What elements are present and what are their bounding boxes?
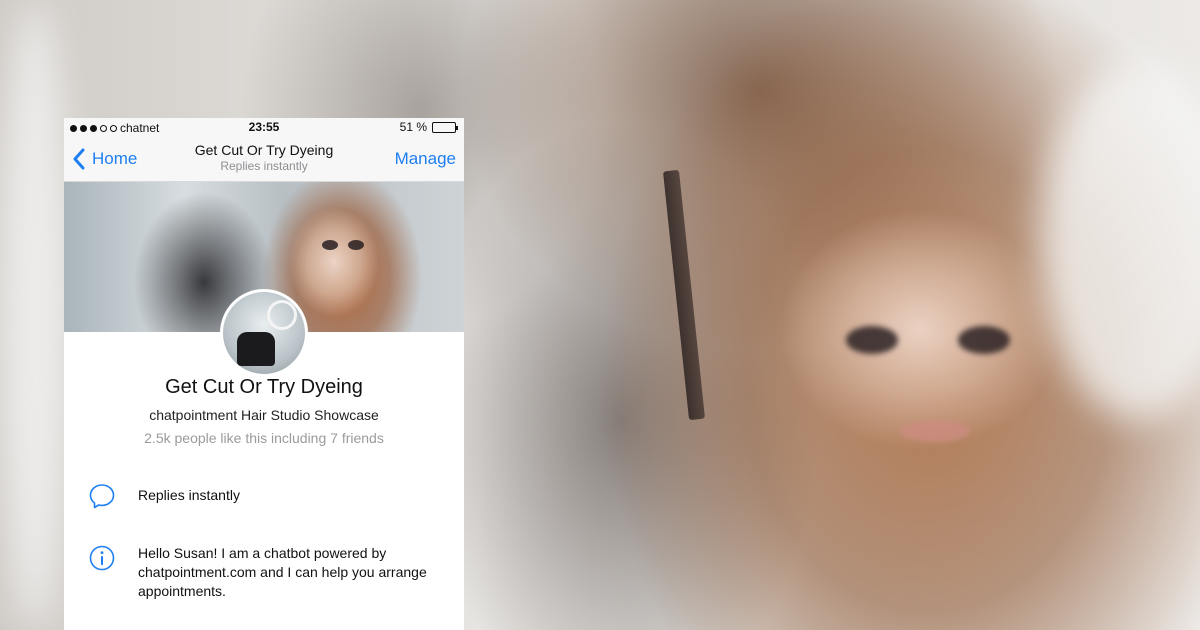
cover-detail	[322, 240, 338, 250]
cover-detail	[348, 240, 364, 250]
back-label: Home	[92, 149, 138, 168]
model-eyes	[846, 320, 1016, 360]
battery-percent: 51 %	[399, 120, 427, 134]
comb-shape	[662, 169, 706, 421]
manage-button[interactable]: Manage	[395, 149, 456, 169]
info-row-greeting: Hello Susan! I am a chatbot powered by c…	[88, 544, 454, 601]
chat-bubble-icon	[89, 484, 115, 509]
avatar-detail	[237, 332, 275, 366]
background-highlight	[1040, 60, 1200, 420]
page-avatar[interactable]	[220, 289, 308, 377]
nav-bar: Home Get Cut Or Try Dyeing Replies insta…	[64, 136, 464, 182]
battery-icon	[432, 121, 458, 133]
background-highlight	[0, 0, 70, 630]
info-row-replies: Replies instantly	[88, 482, 454, 510]
info-text: Hello Susan! I am a chatbot powered by c…	[138, 545, 427, 599]
profile-header: Get Cut Or Try Dyeing chatpointment Hair…	[64, 376, 464, 446]
eye-shape	[958, 326, 1010, 354]
info-icon	[89, 545, 115, 571]
model-lips	[900, 420, 970, 442]
page-category: chatpointment Hair Studio Showcase	[149, 407, 379, 423]
status-bar: chatnet 23:55 51 %	[64, 118, 464, 136]
info-text: Replies instantly	[138, 487, 240, 503]
page-name: Get Cut Or Try Dyeing	[165, 376, 363, 398]
back-button[interactable]: Home	[72, 148, 137, 170]
battery-indicator: 51 %	[399, 120, 458, 134]
eye-shape	[846, 326, 898, 354]
avatar-detail	[267, 300, 297, 330]
page-likes: 2.5k people like this including 7 friend…	[144, 430, 384, 446]
messenger-page-card: chatnet 23:55 51 % Home Get Cut Or Try D…	[64, 118, 464, 630]
chevron-left-icon	[73, 148, 85, 170]
